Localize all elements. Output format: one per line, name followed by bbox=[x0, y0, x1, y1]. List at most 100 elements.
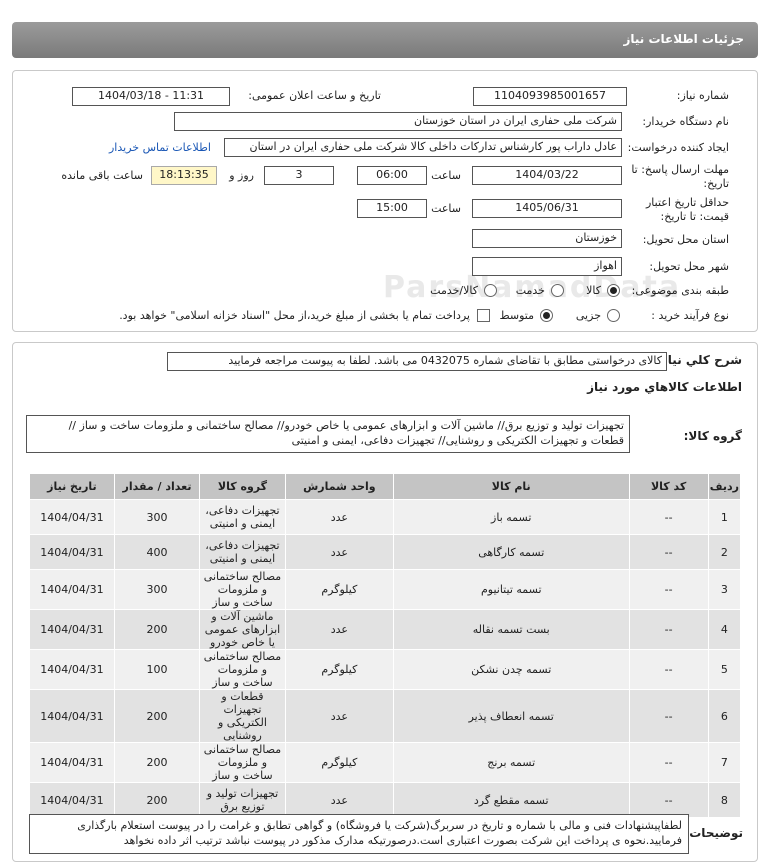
buyer-label: نام دستگاه خریدار: bbox=[642, 115, 729, 128]
col-date: تاریخ نیاز bbox=[29, 473, 115, 500]
goods-section-title: اطلاعات کالاهاي مورد نياز bbox=[587, 380, 742, 394]
cell-unit: عدد bbox=[284, 534, 394, 570]
purchase-label: نوع فرآیند خرید : bbox=[651, 309, 729, 322]
cell-code: -- bbox=[628, 689, 709, 743]
remaining-time-field: 18:13:35 bbox=[151, 166, 217, 185]
cell-quantity: 200 bbox=[113, 742, 201, 783]
cell-unit: عدد bbox=[284, 609, 394, 650]
table-row[interactable]: 2 -- تسمه کارگاهی عدد تجهیزات دفاعی، ایم… bbox=[29, 534, 742, 570]
table-row[interactable]: 8 -- تسمه مقطع گرد عدد تجهیزات تولید و ت… bbox=[29, 782, 742, 818]
days-field[interactable]: 3 bbox=[264, 166, 334, 185]
cell-group: مصالح ساختمانی و ملزومات ساخت و ساز bbox=[199, 569, 286, 610]
purchase-radio-medium[interactable] bbox=[540, 309, 553, 322]
cell-unit: عدد bbox=[284, 499, 394, 535]
need-number-field[interactable]: 1104093985001657 bbox=[473, 87, 627, 106]
table-row[interactable]: 4 -- بست تسمه نقاله عدد ماشین آلات و ابز… bbox=[29, 609, 742, 650]
cell-code: -- bbox=[628, 569, 709, 610]
city-field[interactable]: اهواز bbox=[472, 257, 622, 276]
cell-unit: کیلوگرم bbox=[284, 649, 394, 690]
validity-time-field[interactable]: 15:00 bbox=[357, 199, 427, 218]
cell-date: 1404/04/31 bbox=[29, 569, 115, 610]
province-field[interactable]: خوزستان bbox=[472, 229, 622, 248]
validity-time-label: ساعت bbox=[431, 202, 461, 215]
cell-group: مصالح ساختمانی و ملزومات ساخت و ساز bbox=[199, 742, 286, 783]
creator-label: ایجاد کننده درخواست: bbox=[627, 141, 729, 154]
table-row[interactable]: 6 -- تسمه انعطاف پذیر عدد قطعات و تجهیزا… bbox=[29, 689, 742, 743]
purchase-radio-minor[interactable] bbox=[607, 309, 620, 322]
cell-row: 8 bbox=[707, 782, 742, 818]
cell-group: قطعات و تجهیزات الکتریکی و روشنایی bbox=[199, 689, 286, 743]
goods-group-field: تجهیزات تولید و توزیع برق// ماشین آلات و… bbox=[26, 415, 630, 453]
cell-unit: کیلوگرم bbox=[284, 742, 394, 783]
cell-date: 1404/04/31 bbox=[29, 782, 115, 818]
table-row[interactable]: 5 -- تسمه چدن نشکن کیلوگرم مصالح ساختمان… bbox=[29, 649, 742, 690]
category-option-service: خدمت bbox=[515, 284, 545, 297]
cell-row: 6 bbox=[707, 689, 742, 743]
table-row[interactable]: 1 -- تسمه باز عدد تجهیزات دفاعی، ایمنی و… bbox=[29, 499, 742, 535]
purchase-option-minor: جزیی bbox=[575, 309, 601, 322]
cell-row: 3 bbox=[707, 569, 742, 610]
category-radio-goods[interactable] bbox=[607, 284, 620, 297]
cell-date: 1404/04/31 bbox=[29, 534, 115, 570]
need-number-label: شماره نیاز: bbox=[676, 89, 729, 102]
cell-row: 2 bbox=[707, 534, 742, 570]
page-header: جزئیات اطلاعات نیاز bbox=[12, 22, 758, 58]
cell-row: 7 bbox=[707, 742, 742, 783]
cell-group: ماشین آلات و ابزارهای عمومی یا خاص خودرو bbox=[199, 609, 286, 650]
buyer-field[interactable]: شرکت ملی حفاری ایران در استان خوزستان bbox=[174, 112, 622, 131]
category-option-goods-service: کالا/خدمت bbox=[430, 284, 478, 297]
cell-code: -- bbox=[628, 649, 709, 690]
cell-quantity: 200 bbox=[113, 689, 201, 743]
cell-group: مصالح ساختمانی و ملزومات ساخت و ساز bbox=[199, 649, 286, 690]
description-label: شرح کلي نياز: bbox=[656, 353, 742, 367]
province-label: استان محل تحویل: bbox=[642, 233, 729, 246]
creator-field[interactable]: عادل داراب پور کارشناس تدارکات داخلی کال… bbox=[224, 138, 622, 157]
notes-field: لطفاپیشنهادات فنی و مالی با شماره و تاری… bbox=[29, 814, 689, 854]
announce-label: تاریخ و ساعت اعلان عمومی: bbox=[248, 89, 381, 102]
announce-field[interactable]: 1404/03/18 - 11:31 bbox=[72, 87, 230, 106]
cell-group: تجهیزات تولید و توزیع برق bbox=[199, 782, 286, 818]
goods-table: ردیف کد کالا نام کالا واحد شمارش گروه کا… bbox=[29, 473, 742, 818]
cell-code: -- bbox=[628, 609, 709, 650]
validity-label: حداقل تاریخ اعتبار قیمت: تا تاریخ: bbox=[645, 196, 729, 223]
goods-group-label: گروه کالا: bbox=[683, 429, 742, 443]
cell-name: تسمه کارگاهی bbox=[392, 534, 630, 570]
cell-date: 1404/04/31 bbox=[29, 649, 115, 690]
cell-quantity: 300 bbox=[113, 569, 201, 610]
table-row[interactable]: 7 -- تسمه برنج کیلوگرم مصالح ساختمانی و … bbox=[29, 742, 742, 783]
col-unit: واحد شمارش bbox=[284, 473, 394, 500]
cell-quantity: 400 bbox=[113, 534, 201, 570]
table-row[interactable]: 3 -- تسمه تیتانیوم کیلوگرم مصالح ساختمان… bbox=[29, 569, 742, 610]
treasury-payment-checkbox[interactable] bbox=[477, 309, 490, 322]
cell-code: -- bbox=[628, 742, 709, 783]
cell-row: 5 bbox=[707, 649, 742, 690]
watermark-logo: ParsNamadData bbox=[383, 246, 681, 311]
cell-unit: عدد bbox=[284, 782, 394, 818]
city-label: شهر محل تحویل: bbox=[649, 260, 729, 273]
remaining-label: ساعت باقی مانده bbox=[61, 169, 143, 182]
category-radio-goods-service[interactable] bbox=[484, 284, 497, 297]
col-quantity: تعداد / مقدار bbox=[113, 473, 201, 500]
deadline-date-field[interactable]: 1404/03/22 bbox=[472, 166, 622, 185]
cell-unit: عدد bbox=[284, 689, 394, 743]
cell-name: تسمه چدن نشکن bbox=[392, 649, 630, 690]
cell-name: تسمه برنج bbox=[392, 742, 630, 783]
treasury-payment-text: پرداخت تمام یا بخشی از مبلغ خرید،از محل … bbox=[119, 309, 470, 322]
category-option-goods: کالا bbox=[586, 284, 601, 297]
col-code: کد کالا bbox=[628, 473, 709, 500]
cell-group: تجهیزات دفاعی، ایمنی و امنیتی bbox=[199, 499, 286, 535]
cell-row: 1 bbox=[707, 499, 742, 535]
buyer-contact-link[interactable]: اطلاعات تماس خریدار bbox=[109, 141, 211, 154]
cell-quantity: 100 bbox=[113, 649, 201, 690]
deadline-time-field[interactable]: 06:00 bbox=[357, 166, 427, 185]
col-name: نام کالا bbox=[392, 473, 630, 500]
cell-group: تجهیزات دفاعی، ایمنی و امنیتی bbox=[199, 534, 286, 570]
cell-name: تسمه تیتانیوم bbox=[392, 569, 630, 610]
days-label: روز و bbox=[229, 169, 254, 182]
category-radio-service[interactable] bbox=[551, 284, 564, 297]
cell-unit: کیلوگرم bbox=[284, 569, 394, 610]
validity-date-field[interactable]: 1405/06/31 bbox=[472, 199, 622, 218]
description-field: کالای درخواستی مطابق با تقاضای شماره 043… bbox=[167, 352, 667, 371]
cell-name: تسمه باز bbox=[392, 499, 630, 535]
cell-name: تسمه انعطاف پذیر bbox=[392, 689, 630, 743]
